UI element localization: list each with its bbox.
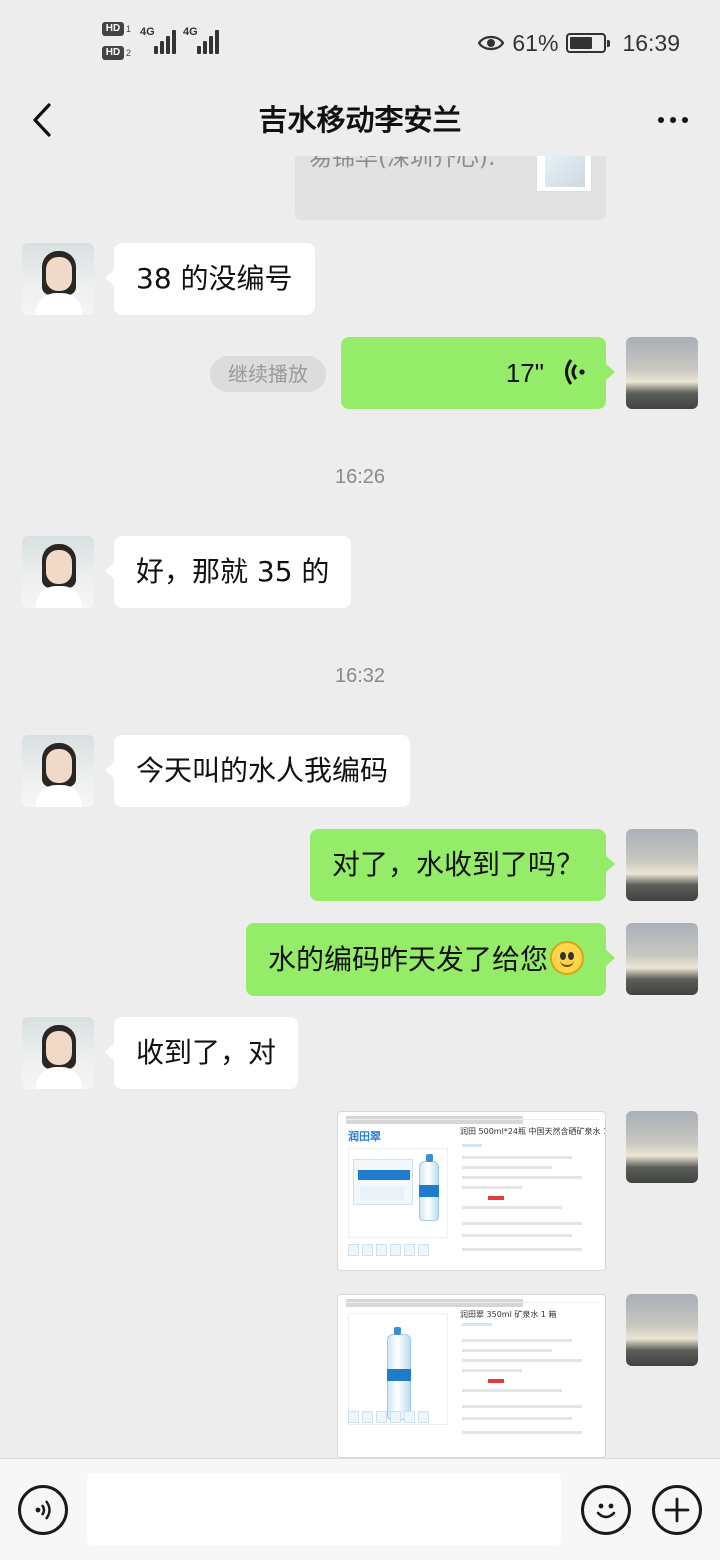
contact-avatar[interactable] xyxy=(22,243,94,315)
voice-wave-icon xyxy=(565,359,585,385)
more-dots-icon xyxy=(658,117,664,123)
clock: 16:39 xyxy=(622,29,680,56)
smile-emoji-icon xyxy=(550,941,584,975)
message-list[interactable]: 易锦华(深圳齐心): 38 的没编号 继续播放 17" 16:26 好，那就 3… xyxy=(0,156,720,1458)
contact-avatar[interactable] xyxy=(22,1017,94,1089)
chat-title: 吉水移动李安兰 xyxy=(258,103,462,137)
quoted-sender: 易锦华(深圳齐心): xyxy=(309,156,496,171)
plus-icon xyxy=(664,1497,690,1523)
my-avatar[interactable] xyxy=(626,1294,698,1366)
chat-header: 吉水移动李安兰 xyxy=(0,84,720,156)
product-image xyxy=(348,1148,448,1238)
message-bubble-outgoing[interactable]: 对了，水收到了吗？ xyxy=(309,829,616,901)
hd-indicators: HD 1 HD 2 xyxy=(102,22,136,64)
timestamp: 16:32 xyxy=(334,665,386,687)
eye-comfort-icon xyxy=(478,34,505,52)
emoji-button[interactable] xyxy=(581,1485,631,1535)
battery-percent: 61% xyxy=(512,29,559,56)
voice-mode-button[interactable] xyxy=(18,1485,68,1535)
voice-duration: 17" xyxy=(505,358,544,388)
emoji-icon xyxy=(596,1503,616,1519)
my-avatar[interactable] xyxy=(626,337,698,409)
continue-play-button[interactable]: 继续播放 xyxy=(210,356,326,392)
product-title: 润田 500ml*24瓶 中国天然含硒矿泉水 1 箱 xyxy=(460,1127,606,1136)
contact-avatar[interactable] xyxy=(22,536,94,608)
message-bubble-incoming[interactable]: 今天叫的水人我编码 xyxy=(104,735,411,807)
message-bubble-incoming[interactable]: 好，那就 35 的 xyxy=(104,536,352,608)
status-right: 61% 16:39 xyxy=(478,28,680,58)
my-avatar[interactable] xyxy=(626,923,698,995)
message-bubble-incoming[interactable]: 38 的没编号 xyxy=(105,243,315,315)
hd-badge-2-sub: 2 xyxy=(126,48,132,58)
my-avatar[interactable] xyxy=(626,829,698,901)
hd-badge-1-sub: 1 xyxy=(126,24,132,34)
input-bar xyxy=(0,1458,720,1560)
hd-badge-1: HD xyxy=(102,22,124,36)
message-bubble-incoming[interactable]: 收到了，对 xyxy=(104,1017,299,1089)
image-message[interactable]: 润田翠 润田 500ml*24瓶 中国天然含硒矿泉水 1 箱 xyxy=(337,1111,606,1271)
message-text: 水的编码昨天发了给您 xyxy=(267,943,548,976)
contact-avatar[interactable] xyxy=(22,735,94,807)
status-bar: HD 1 HD 2 4G 4G 61% 16:39 xyxy=(0,0,720,84)
signal-icon-1: 4G xyxy=(140,26,180,54)
timestamp: 16:26 xyxy=(334,466,386,488)
more-options-button[interactable] xyxy=(648,94,698,146)
image-message[interactable]: 润田翠 350ml 矿泉水 1 箱 xyxy=(337,1294,606,1458)
my-avatar[interactable] xyxy=(626,1111,698,1183)
hd-badge-2: HD xyxy=(102,46,124,60)
message-bubble-outgoing[interactable]: 水的编码昨天发了给您 xyxy=(245,923,616,996)
product-brand-logo: 润田翠 xyxy=(348,1130,381,1143)
more-functions-button[interactable] xyxy=(652,1485,702,1535)
product-title: 润田翠 350ml 矿泉水 1 箱 xyxy=(460,1310,557,1319)
voice-mode-icon xyxy=(35,1500,51,1520)
quoted-message[interactable]: 易锦华(深圳齐心): xyxy=(295,156,606,220)
message-input[interactable] xyxy=(87,1473,561,1545)
voice-message-bubble[interactable]: 17" xyxy=(341,337,615,409)
product-image xyxy=(348,1313,448,1425)
signal-icon-2: 4G xyxy=(183,26,223,54)
battery-icon xyxy=(566,33,611,53)
quoted-image-thumbnail[interactable] xyxy=(536,156,592,192)
